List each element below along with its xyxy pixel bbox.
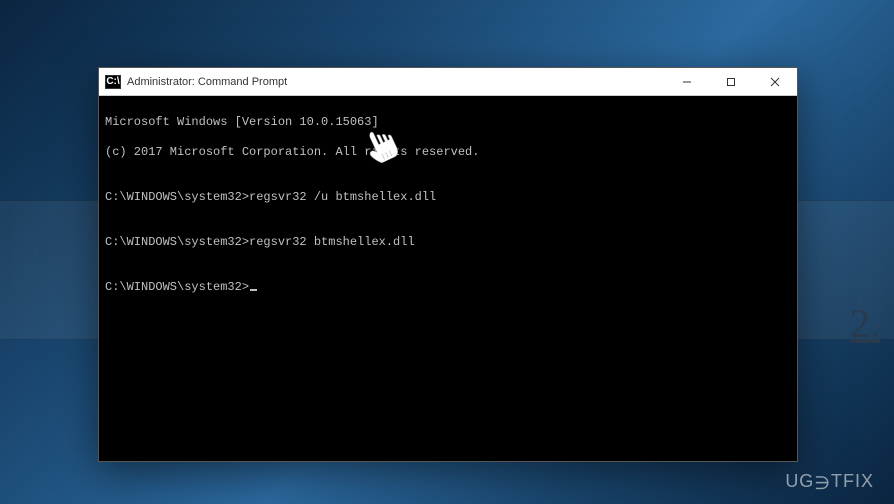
terminal-line: C:\WINDOWS\system32>regsvr32 btmshellex.… bbox=[105, 235, 791, 250]
terminal-cursor bbox=[250, 289, 257, 291]
minimize-button[interactable] bbox=[665, 68, 709, 95]
watermark-prefix: UG bbox=[785, 471, 814, 491]
terminal-prompt: C:\WINDOWS\system32> bbox=[105, 280, 249, 294]
maximize-icon bbox=[726, 77, 736, 87]
watermark-suffix: TFIX bbox=[831, 471, 874, 491]
terminal-line: Microsoft Windows [Version 10.0.15063] bbox=[105, 115, 791, 130]
window-controls bbox=[665, 68, 797, 95]
minimize-icon bbox=[682, 77, 692, 87]
window-title: Administrator: Command Prompt bbox=[127, 76, 665, 88]
close-icon bbox=[770, 77, 780, 87]
step-number-marker: 2. bbox=[850, 300, 880, 347]
maximize-button[interactable] bbox=[709, 68, 753, 95]
terminal-body[interactable]: Microsoft Windows [Version 10.0.15063] (… bbox=[99, 96, 797, 461]
terminal-line: C:\WINDOWS\system32>regsvr32 /u btmshell… bbox=[105, 190, 791, 205]
watermark-symbol: ∋ bbox=[814, 473, 831, 494]
terminal-prompt-line: C:\WINDOWS\system32> bbox=[105, 280, 791, 295]
ugetfix-watermark: UG∋TFIX bbox=[785, 471, 874, 492]
window-titlebar[interactable]: C:\ Administrator: Command Prompt bbox=[99, 68, 797, 96]
terminal-line: (c) 2017 Microsoft Corporation. All righ… bbox=[105, 145, 791, 160]
cmd-icon: C:\ bbox=[105, 75, 121, 89]
command-prompt-window: C:\ Administrator: Command Prompt Micros… bbox=[98, 67, 798, 462]
close-button[interactable] bbox=[753, 68, 797, 95]
